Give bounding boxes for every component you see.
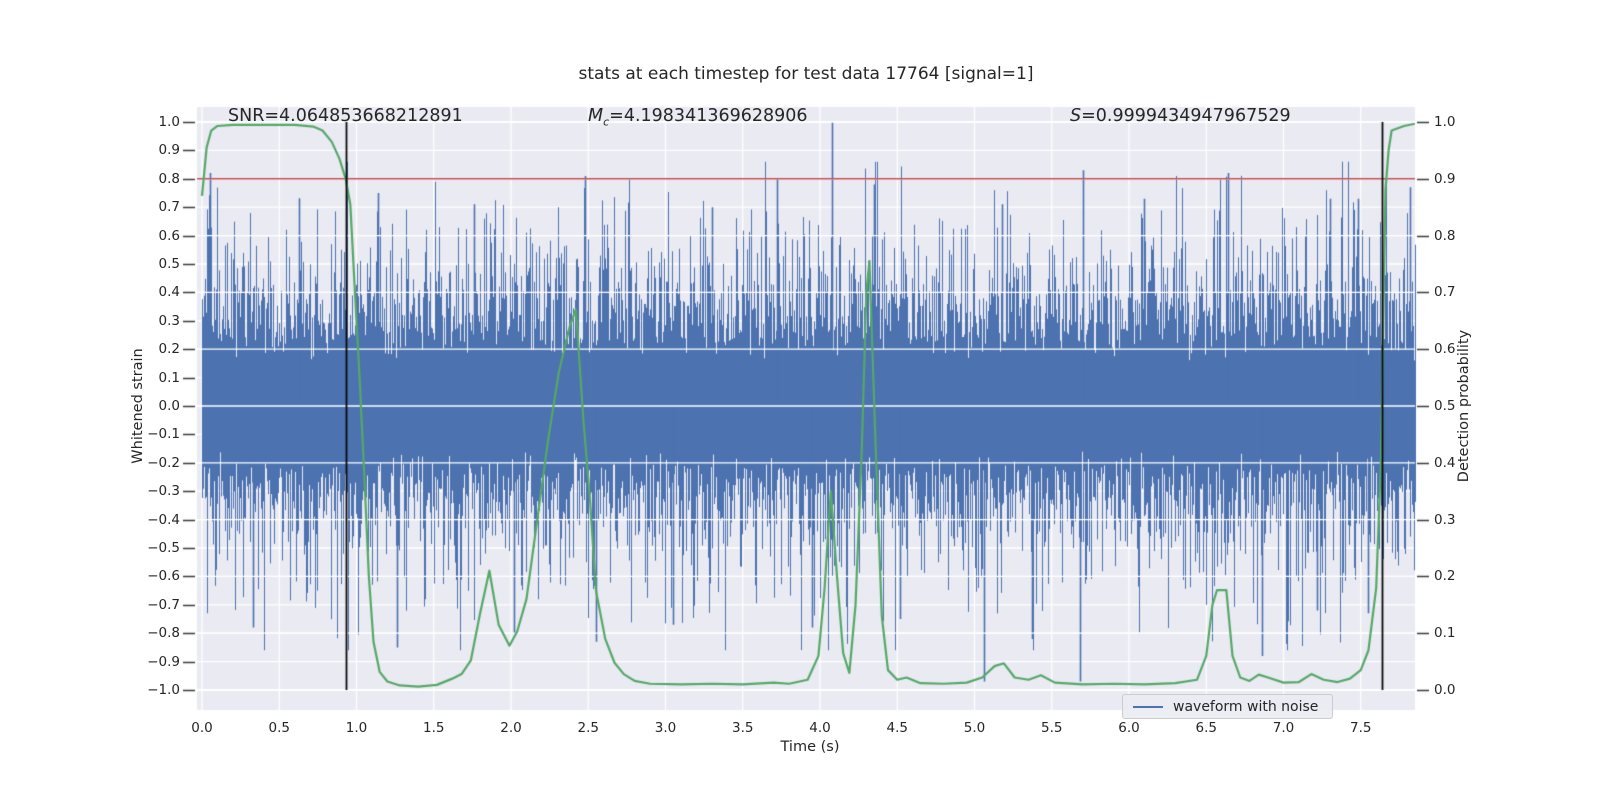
annotation-mc-value: =4.198341369628906	[609, 106, 808, 126]
y-left-tick-label: 0.8	[158, 170, 180, 187]
figure: stats at each timestep for test data 177…	[0, 0, 1600, 800]
x-tick-label: 7.5	[1350, 720, 1372, 736]
y-right-tick-label: 0.7	[1434, 284, 1456, 301]
y-left-tick-label: 0.1	[158, 369, 180, 386]
y-left-tick-label: 0.9	[158, 142, 180, 159]
annotation-snr-prefix: SNR	[228, 106, 265, 126]
y-right-tick-label: 0.3	[1434, 511, 1456, 528]
x-tick-label: 5.0	[963, 720, 986, 736]
y-left-tick-label: −0.1	[147, 426, 180, 443]
annotation-mc-prefix: M	[588, 106, 604, 126]
y-left-tick-label: 0.3	[158, 312, 180, 329]
y-left-tick-label: −0.4	[147, 511, 180, 528]
x-tick-label: 6.5	[1195, 720, 1217, 736]
y-left-tick-label: 0.6	[158, 227, 180, 244]
annotation-snr-value: =4.064853668212891	[264, 106, 463, 126]
annotation-significance: S=0.9999434947967529	[1070, 106, 1291, 126]
x-axis-label: Time (s)	[780, 739, 840, 755]
x-tick-label: 3.0	[654, 720, 677, 736]
x-tick-label: 4.0	[809, 720, 831, 736]
x-tick-label: 5.5	[1041, 720, 1063, 736]
y-left-tick-label: −0.2	[147, 454, 180, 471]
legend[interactable]: waveform with noise	[1122, 694, 1333, 719]
y-right-tick-label: 0.8	[1434, 227, 1456, 244]
y-left-tick-label: −0.9	[147, 653, 180, 670]
legend-waveform-line-swatch	[1133, 705, 1163, 708]
y-right-tick-label: 0.2	[1434, 568, 1456, 585]
y-right-tick-label: 0.5	[1434, 398, 1456, 414]
legend-waveform-label: waveform with noise	[1173, 698, 1319, 715]
y-left-tick-label: 0.2	[158, 341, 180, 358]
y-left-tick-label: 1.0	[158, 114, 180, 130]
x-tick-label: 6.0	[1118, 720, 1140, 736]
x-tick-label: 2.5	[577, 720, 599, 736]
annotation-snr: SNR=4.064853668212891	[228, 106, 463, 126]
y-right-tick-label: 0.9	[1434, 170, 1456, 187]
annotation-s-prefix: S	[1070, 106, 1082, 126]
x-tick-label: 3.5	[732, 720, 754, 736]
chart-title: stats at each timestep for test data 177…	[578, 64, 1034, 84]
y-left-tick-label: −0.7	[147, 596, 180, 613]
x-tick-label: 2.0	[500, 720, 522, 736]
y-right-tick-label: 0.6	[1434, 341, 1456, 358]
y-left-tick-label: −1.0	[147, 682, 180, 698]
annotation-s-value: =0.9999434947967529	[1081, 106, 1291, 126]
annotation-chirp-mass: Mc=4.198341369628906	[588, 106, 808, 129]
y-left-tick-label: 0.5	[158, 256, 180, 272]
y-left-tick-label: −0.3	[147, 483, 180, 500]
x-tick-label: 1.0	[345, 720, 368, 736]
y-left-tick-label: 0.4	[158, 284, 180, 301]
y-right-tick-label: 0.0	[1434, 682, 1456, 698]
y-left-tick-label: 0.7	[158, 199, 180, 216]
x-tick-label: 0.0	[191, 720, 213, 736]
y-left-tick-label: −0.5	[147, 540, 180, 556]
x-tick-label: 1.5	[423, 720, 445, 736]
y-left-tick-label: −0.6	[147, 568, 180, 585]
x-tick-label: 7.0	[1272, 720, 1295, 736]
y-left-tick-label: 0.0	[158, 398, 180, 414]
y-left-tick-label: −0.8	[147, 625, 180, 642]
y-right-tick-label: 0.1	[1434, 625, 1456, 642]
y-right-tick-label: 1.0	[1434, 114, 1456, 130]
x-tick-label: 4.5	[886, 720, 908, 736]
y-right-tick-label: 0.4	[1434, 454, 1456, 471]
x-tick-label: 0.5	[268, 720, 290, 736]
